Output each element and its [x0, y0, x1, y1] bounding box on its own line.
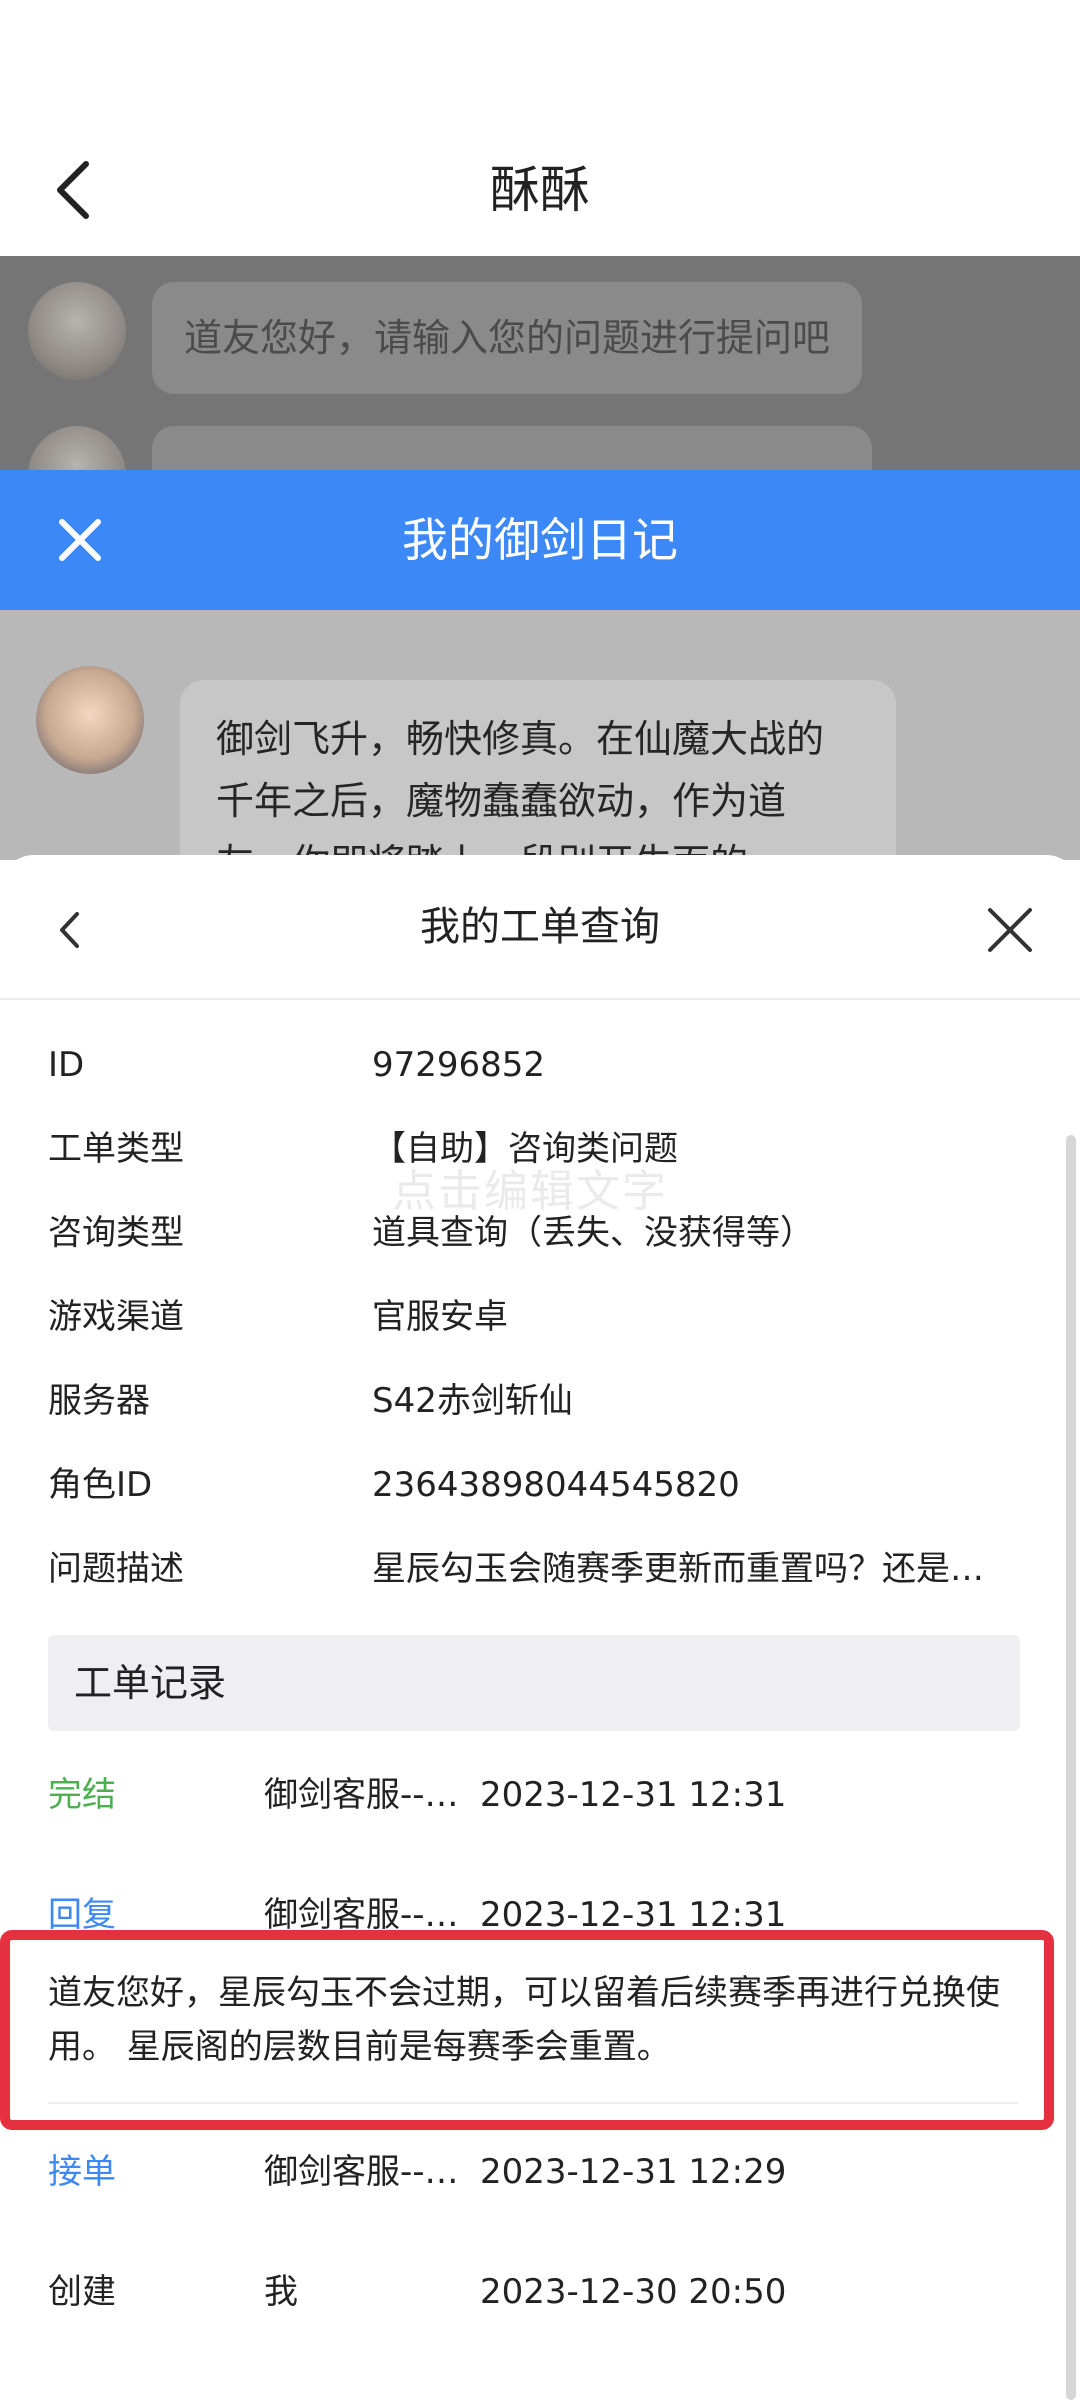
field-consult-type: 咨询类型 道具查询（丢失、没获得等）: [48, 1203, 1028, 1263]
record-status: 创建: [48, 2272, 116, 2312]
record-time: 2023-12-31 12:29: [480, 2152, 787, 2192]
field-value: 【自助】咨询类问题: [372, 1129, 678, 1169]
field-role-id: 角色ID 23643898044545820: [48, 1455, 1028, 1515]
diary-title: 我的御剑日记: [402, 513, 678, 567]
diary-close-button[interactable]: [40, 500, 120, 580]
avatar: [28, 426, 126, 470]
field-id: ID 97296852: [48, 1035, 1028, 1095]
chat-header: 酥酥: [0, 0, 1080, 256]
chat-message: 道友您好，请输入您的问题进行提问吧: [28, 282, 863, 394]
field-description[interactable]: 问题描述 星辰勾玉会随赛季更新而重置吗？还是…: [48, 1539, 1028, 1599]
record-row[interactable]: 创建 我 2023-12-30 20:50: [48, 2262, 1028, 2322]
avatar: [28, 282, 126, 380]
ticket-sheet: 我的工单查询 点击编辑文字 ID 97296852 工单类型 【自助】咨询类问题…: [0, 855, 1080, 2400]
chat-bubble: [152, 426, 872, 470]
reply-highlight-box: 道友您好，星辰勾玉不会过期，可以留着后续赛季再进行兑换使用。 星辰阁的层数目前是…: [0, 1930, 1054, 2130]
field-label: ID: [48, 1045, 85, 1085]
record-time: 2023-12-31 12:31: [480, 1775, 787, 1815]
field-ticket-type: 工单类型 【自助】咨询类问题: [48, 1119, 1028, 1179]
reply-message: 道友您好，星辰勾玉不会过期，可以留着后续赛季再进行兑换使用。 星辰阁的层数目前是…: [48, 1973, 1000, 2067]
record-row[interactable]: 完结 御剑客服--… 2023-12-31 12:31: [48, 1765, 1028, 1825]
intro-bubble: 御剑飞升，畅快修真。在仙魔大战的千年之后，魔物蠢蠢欲动，作为道友，你即将踏上一段…: [180, 680, 896, 860]
field-label: 问题描述: [48, 1549, 184, 1589]
field-label: 服务器: [48, 1381, 150, 1421]
field-value: 23643898044545820: [372, 1465, 740, 1505]
records-header: 工单记录: [48, 1635, 1020, 1731]
record-status: 接单: [48, 2152, 116, 2192]
record-actor: 御剑客服--…: [264, 1775, 459, 1815]
field-server: 服务器 S42赤剑斩仙: [48, 1371, 1028, 1431]
chat-history: 道友您好，请输入您的问题进行提问吧: [0, 256, 1080, 470]
avatar: [36, 666, 144, 774]
chat-message: [28, 426, 872, 470]
record-actor: 御剑客服--…: [264, 2152, 459, 2192]
field-label: 咨询类型: [48, 1213, 184, 1253]
sheet-header: 我的工单查询: [0, 855, 1080, 1000]
record-row[interactable]: 接单 御剑客服--… 2023-12-31 12:29: [48, 2142, 1028, 2202]
sheet-title: 我的工单查询: [420, 904, 660, 950]
field-label: 工单类型: [48, 1129, 184, 1169]
diary-bar: 我的御剑日记: [0, 470, 1080, 610]
close-icon: [59, 519, 101, 561]
field-value: 道具查询（丢失、没获得等）: [372, 1213, 814, 1253]
field-value: S42赤剑斩仙: [372, 1381, 573, 1421]
scrollbar[interactable]: [1066, 1135, 1076, 2400]
field-value: 星辰勾玉会随赛季更新而重置吗？还是…: [372, 1549, 984, 1589]
field-value: 97296852: [372, 1045, 546, 1085]
field-value: 官服安卓: [372, 1297, 508, 1337]
diary-content: 御剑飞升，畅快修真。在仙魔大战的千年之后，魔物蠢蠢欲动，作为道友，你即将踏上一段…: [0, 610, 1080, 860]
field-label: 游戏渠道: [48, 1297, 184, 1337]
record-status: 完结: [48, 1775, 116, 1815]
field-label: 角色ID: [48, 1465, 153, 1505]
page-title: 酥酥: [490, 161, 590, 219]
field-channel: 游戏渠道 官服安卓: [48, 1287, 1028, 1347]
close-icon: [988, 908, 1032, 952]
divider: [48, 2102, 1018, 2104]
sheet-close-button[interactable]: [978, 895, 1042, 965]
chat-bubble: 道友您好，请输入您的问题进行提问吧: [152, 282, 863, 394]
record-actor: 我: [264, 2272, 298, 2312]
record-time: 2023-12-30 20:50: [480, 2272, 787, 2312]
